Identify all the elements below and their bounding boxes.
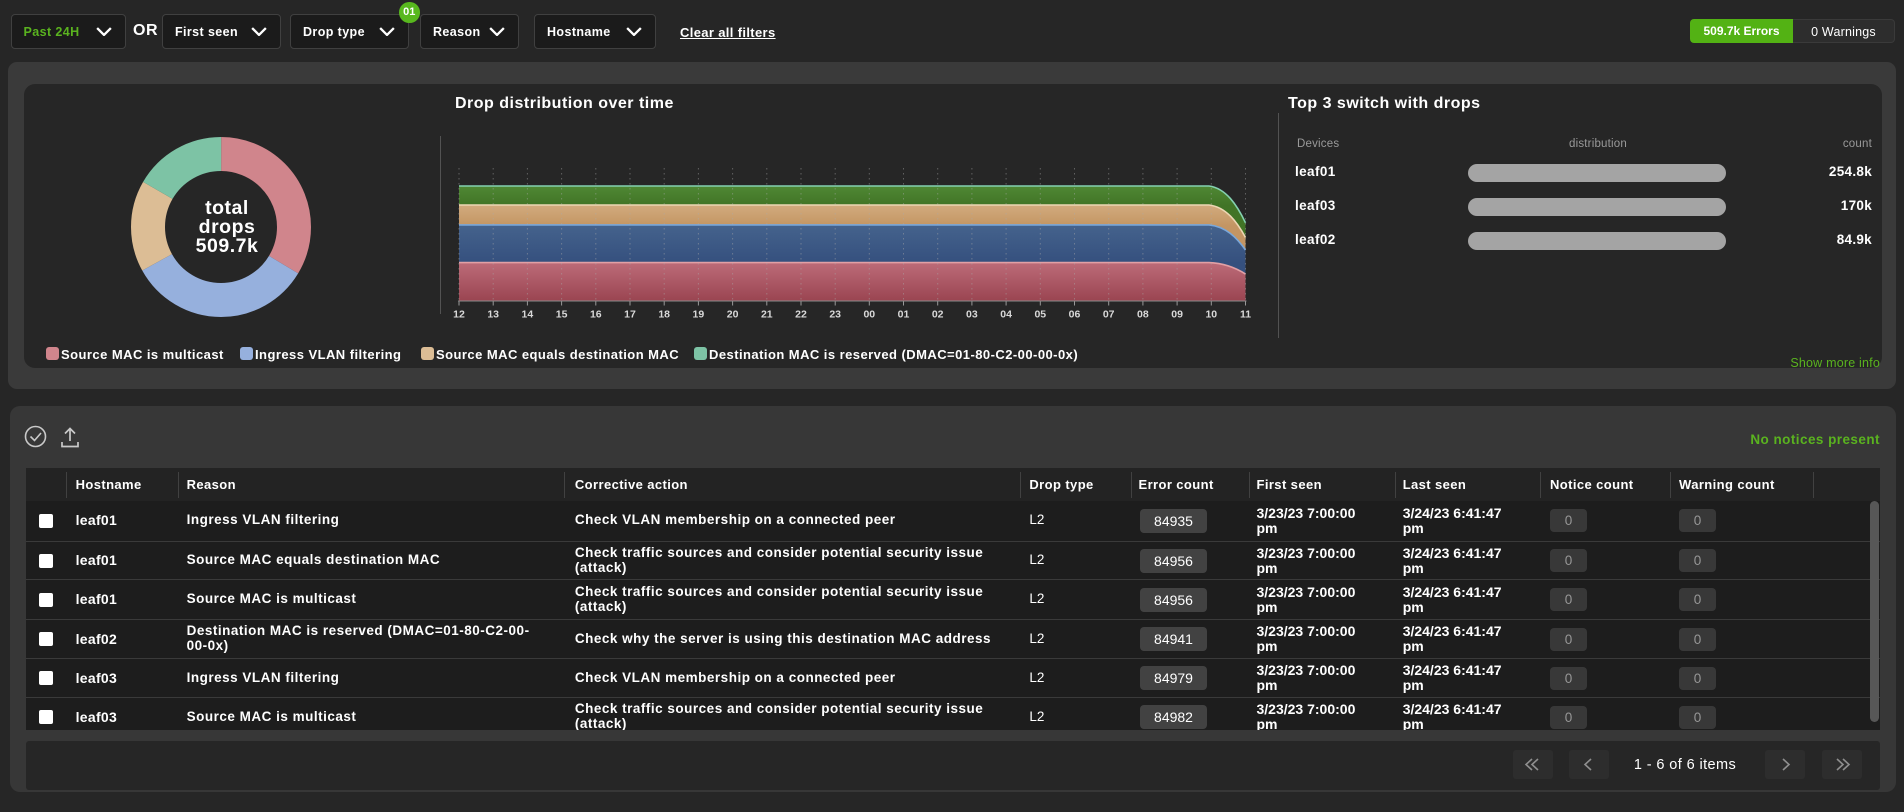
svg-text:16: 16 [590,309,602,321]
svg-text:12: 12 [453,309,465,321]
svg-text:09: 09 [1171,309,1183,321]
svg-text:20: 20 [727,309,739,321]
svg-text:03: 03 [966,309,978,321]
svg-text:00: 00 [863,309,875,321]
svg-text:07: 07 [1103,309,1115,321]
svg-text:17: 17 [624,309,636,321]
svg-text:06: 06 [1069,309,1081,321]
svg-text:19: 19 [693,309,705,321]
svg-text:14: 14 [522,309,534,321]
svg-text:21: 21 [761,309,773,321]
svg-text:04: 04 [1000,309,1012,321]
svg-text:22: 22 [795,309,807,321]
svg-text:11: 11 [1240,309,1251,321]
svg-text:18: 18 [658,309,670,321]
svg-text:01: 01 [898,309,910,321]
svg-text:15: 15 [556,309,568,321]
svg-text:05: 05 [1034,309,1046,321]
svg-text:23: 23 [829,309,841,321]
svg-text:13: 13 [487,309,499,321]
svg-text:02: 02 [932,309,944,321]
svg-text:08: 08 [1137,309,1149,321]
svg-text:10: 10 [1205,309,1217,321]
